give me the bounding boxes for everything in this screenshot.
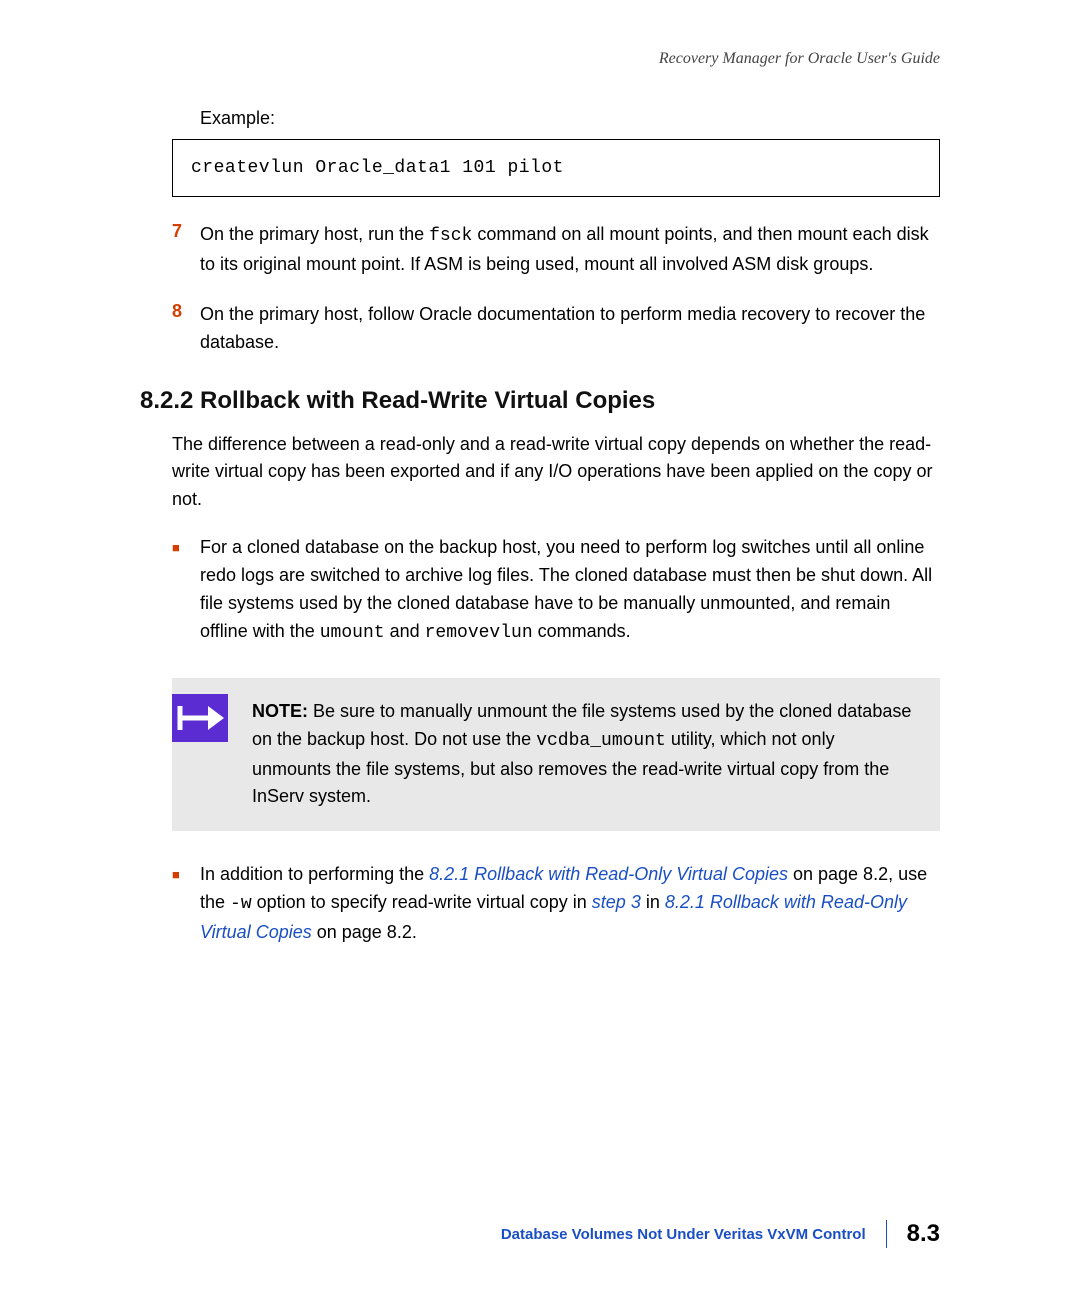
step-number: 7 [172,221,200,279]
b2-pre: In addition to performing the [200,864,429,884]
note-label: NOTE: [252,701,308,721]
note-block: NOTE: Be sure to manually unmount the fi… [172,678,940,832]
footer-page-number: 8.3 [907,1220,940,1248]
b2-mid2: option to specify read-write virtual cop… [252,892,592,912]
step-7: 7 On the primary host, run the fsck comm… [172,221,940,279]
step-text: On the primary host, follow Oracle docum… [200,301,940,357]
note-text: NOTE: Be sure to manually unmount the fi… [252,698,916,812]
bullet-cloned-db: ■ For a cloned database on the backup ho… [172,534,940,648]
section-heading-822: 8.2.2 Rollback with Read-Write Virtual C… [140,387,940,415]
footer-divider [886,1220,887,1248]
intro-paragraph: The difference between a read-only and a… [172,431,940,515]
example-label: Example: [200,108,940,129]
fsck-code: fsck [429,226,472,246]
step7-pre: On the primary host, run the [200,224,429,244]
step-number: 8 [172,301,200,357]
running-header: Recovery Manager for Oracle User's Guide [140,50,940,68]
code-example-box: createvlun Oracle_data1 101 pilot [172,139,940,197]
b1-post: commands. [533,621,631,641]
bullet-in-addition: ■ In addition to performing the 8.2.1 Ro… [172,861,940,947]
bullet-text: In addition to performing the 8.2.1 Roll… [200,861,940,947]
b2-post: on page 8.2. [312,922,417,942]
w-option-code: -w [230,894,252,914]
bullet-text: For a cloned database on the backup host… [200,534,940,648]
bullet-square-icon: ■ [172,861,200,947]
b2-mid3: in [641,892,665,912]
link-rollback-readonly-1[interactable]: 8.2.1 Rollback with Read-Only Virtual Co… [429,864,788,884]
removevlun-code: removevlun [425,623,533,643]
link-step-3[interactable]: step 3 [592,892,641,912]
step-text: On the primary host, run the fsck comman… [200,221,940,279]
step-8: 8 On the primary host, follow Oracle doc… [172,301,940,357]
vcdba-umount-code: vcdba_umount [536,731,666,751]
umount-code: umount [320,623,385,643]
page-footer: Database Volumes Not Under Veritas VxVM … [501,1220,940,1248]
b1-mid: and [385,621,425,641]
bullet-square-icon: ■ [172,534,200,648]
footer-chapter-title: Database Volumes Not Under Veritas VxVM … [501,1226,866,1243]
note-arrow-icon [172,694,228,742]
